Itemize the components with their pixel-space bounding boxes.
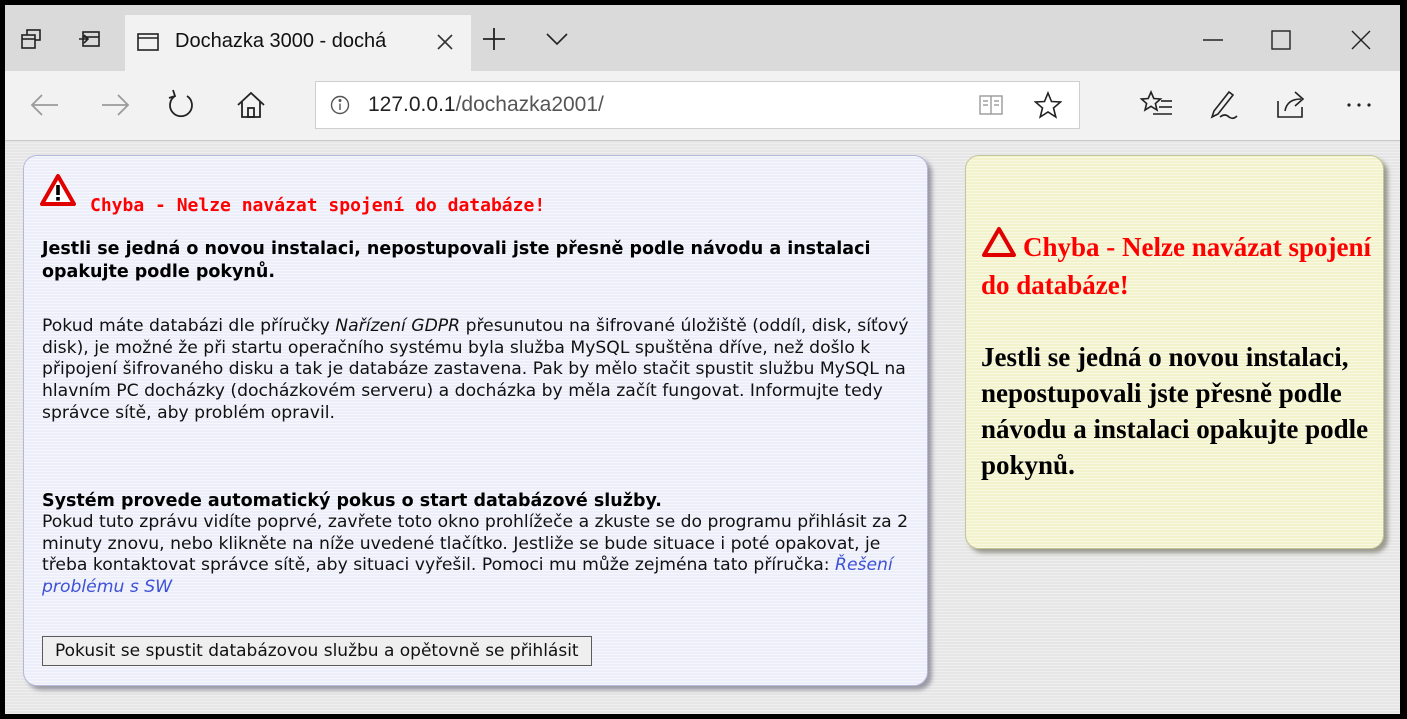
browser-tab[interactable]: Dochazka 3000 - dochá [125,15,471,71]
url-path: /dochazka2001/ [455,93,604,116]
page-content: Chyba - Nelze navázat spojení do databáz… [5,141,1400,714]
warning-icon [40,174,76,206]
close-window-icon[interactable] [1346,25,1376,55]
address-bar[interactable]: 127.0.0.1/dochazka2001/ [315,81,1080,129]
tab-set-aside-icon[interactable] [11,19,51,59]
reading-view-icon[interactable] [978,92,1004,118]
refresh-icon[interactable] [163,87,199,123]
url-text[interactable]: 127.0.0.1/dochazka2001/ [368,93,604,117]
close-tab-icon[interactable] [435,32,455,52]
tab-bar: Dochazka 3000 - dochá [5,5,1400,71]
web-note-icon[interactable] [1205,87,1241,123]
navigation-bar: 127.0.0.1/dochazka2001/ [5,71,1400,141]
tabs-restore-icon[interactable] [69,19,109,59]
site-info-icon[interactable] [330,95,350,115]
auto-start-text: Pokud tuto zprávu vidíte poprvé, zavřete… [42,512,922,599]
forward-icon[interactable] [97,87,133,123]
url-host: 127.0.0.1 [368,93,456,116]
side-error-text: Jestli se jedná o novou instalaci, nepos… [981,342,1369,480]
warning-icon [982,227,1016,257]
auto-start-title: Systém provede automatický pokus o start… [42,491,662,511]
tab-title: Dochazka 3000 - dochá [175,30,387,52]
error-panel: Chyba - Nelze navázat spojení do databáz… [23,155,928,686]
gdpr-guide-name: Nařízení GDPR [335,316,461,336]
back-icon[interactable] [27,87,63,123]
gdpr-paragraph: Pokud máte databázi dle příručky Nařízen… [42,316,922,425]
share-icon[interactable] [1273,87,1309,123]
side-error-heading: Chyba - Nelze navázat spojení do databáz… [981,226,1376,304]
home-icon[interactable] [233,87,269,123]
gdpr-paragraph-start: Pokud máte databázi dle příručky [42,316,336,336]
tab-list-chevron-icon[interactable] [545,31,569,47]
side-error-heading-text: Chyba - Nelze navázat spojení do databáz… [981,232,1371,300]
browser-window: Dochazka 3000 - dochá 127.0.0.1/dochazka… [5,5,1400,714]
favorite-star-icon[interactable] [1034,91,1062,119]
more-icon[interactable] [1341,87,1377,123]
minimize-icon[interactable] [1198,25,1228,55]
error-subheading: Jestli se jedná o novou instalaci, nepos… [42,239,871,282]
side-error-panel: Chyba - Nelze navázat spojení do databáz… [965,155,1384,549]
page-icon [137,33,159,51]
auto-start-paragraph: Pokud tuto zprávu vidíte poprvé, zavřete… [42,512,909,576]
favorites-hub-icon[interactable] [1139,87,1175,123]
error-heading: Chyba - Nelze navázat spojení do databáz… [90,195,546,216]
new-tab-icon[interactable] [481,26,507,52]
maximize-icon[interactable] [1266,25,1296,55]
start-database-button[interactable]: Pokusit se spustit databázovou službu a … [42,636,592,666]
